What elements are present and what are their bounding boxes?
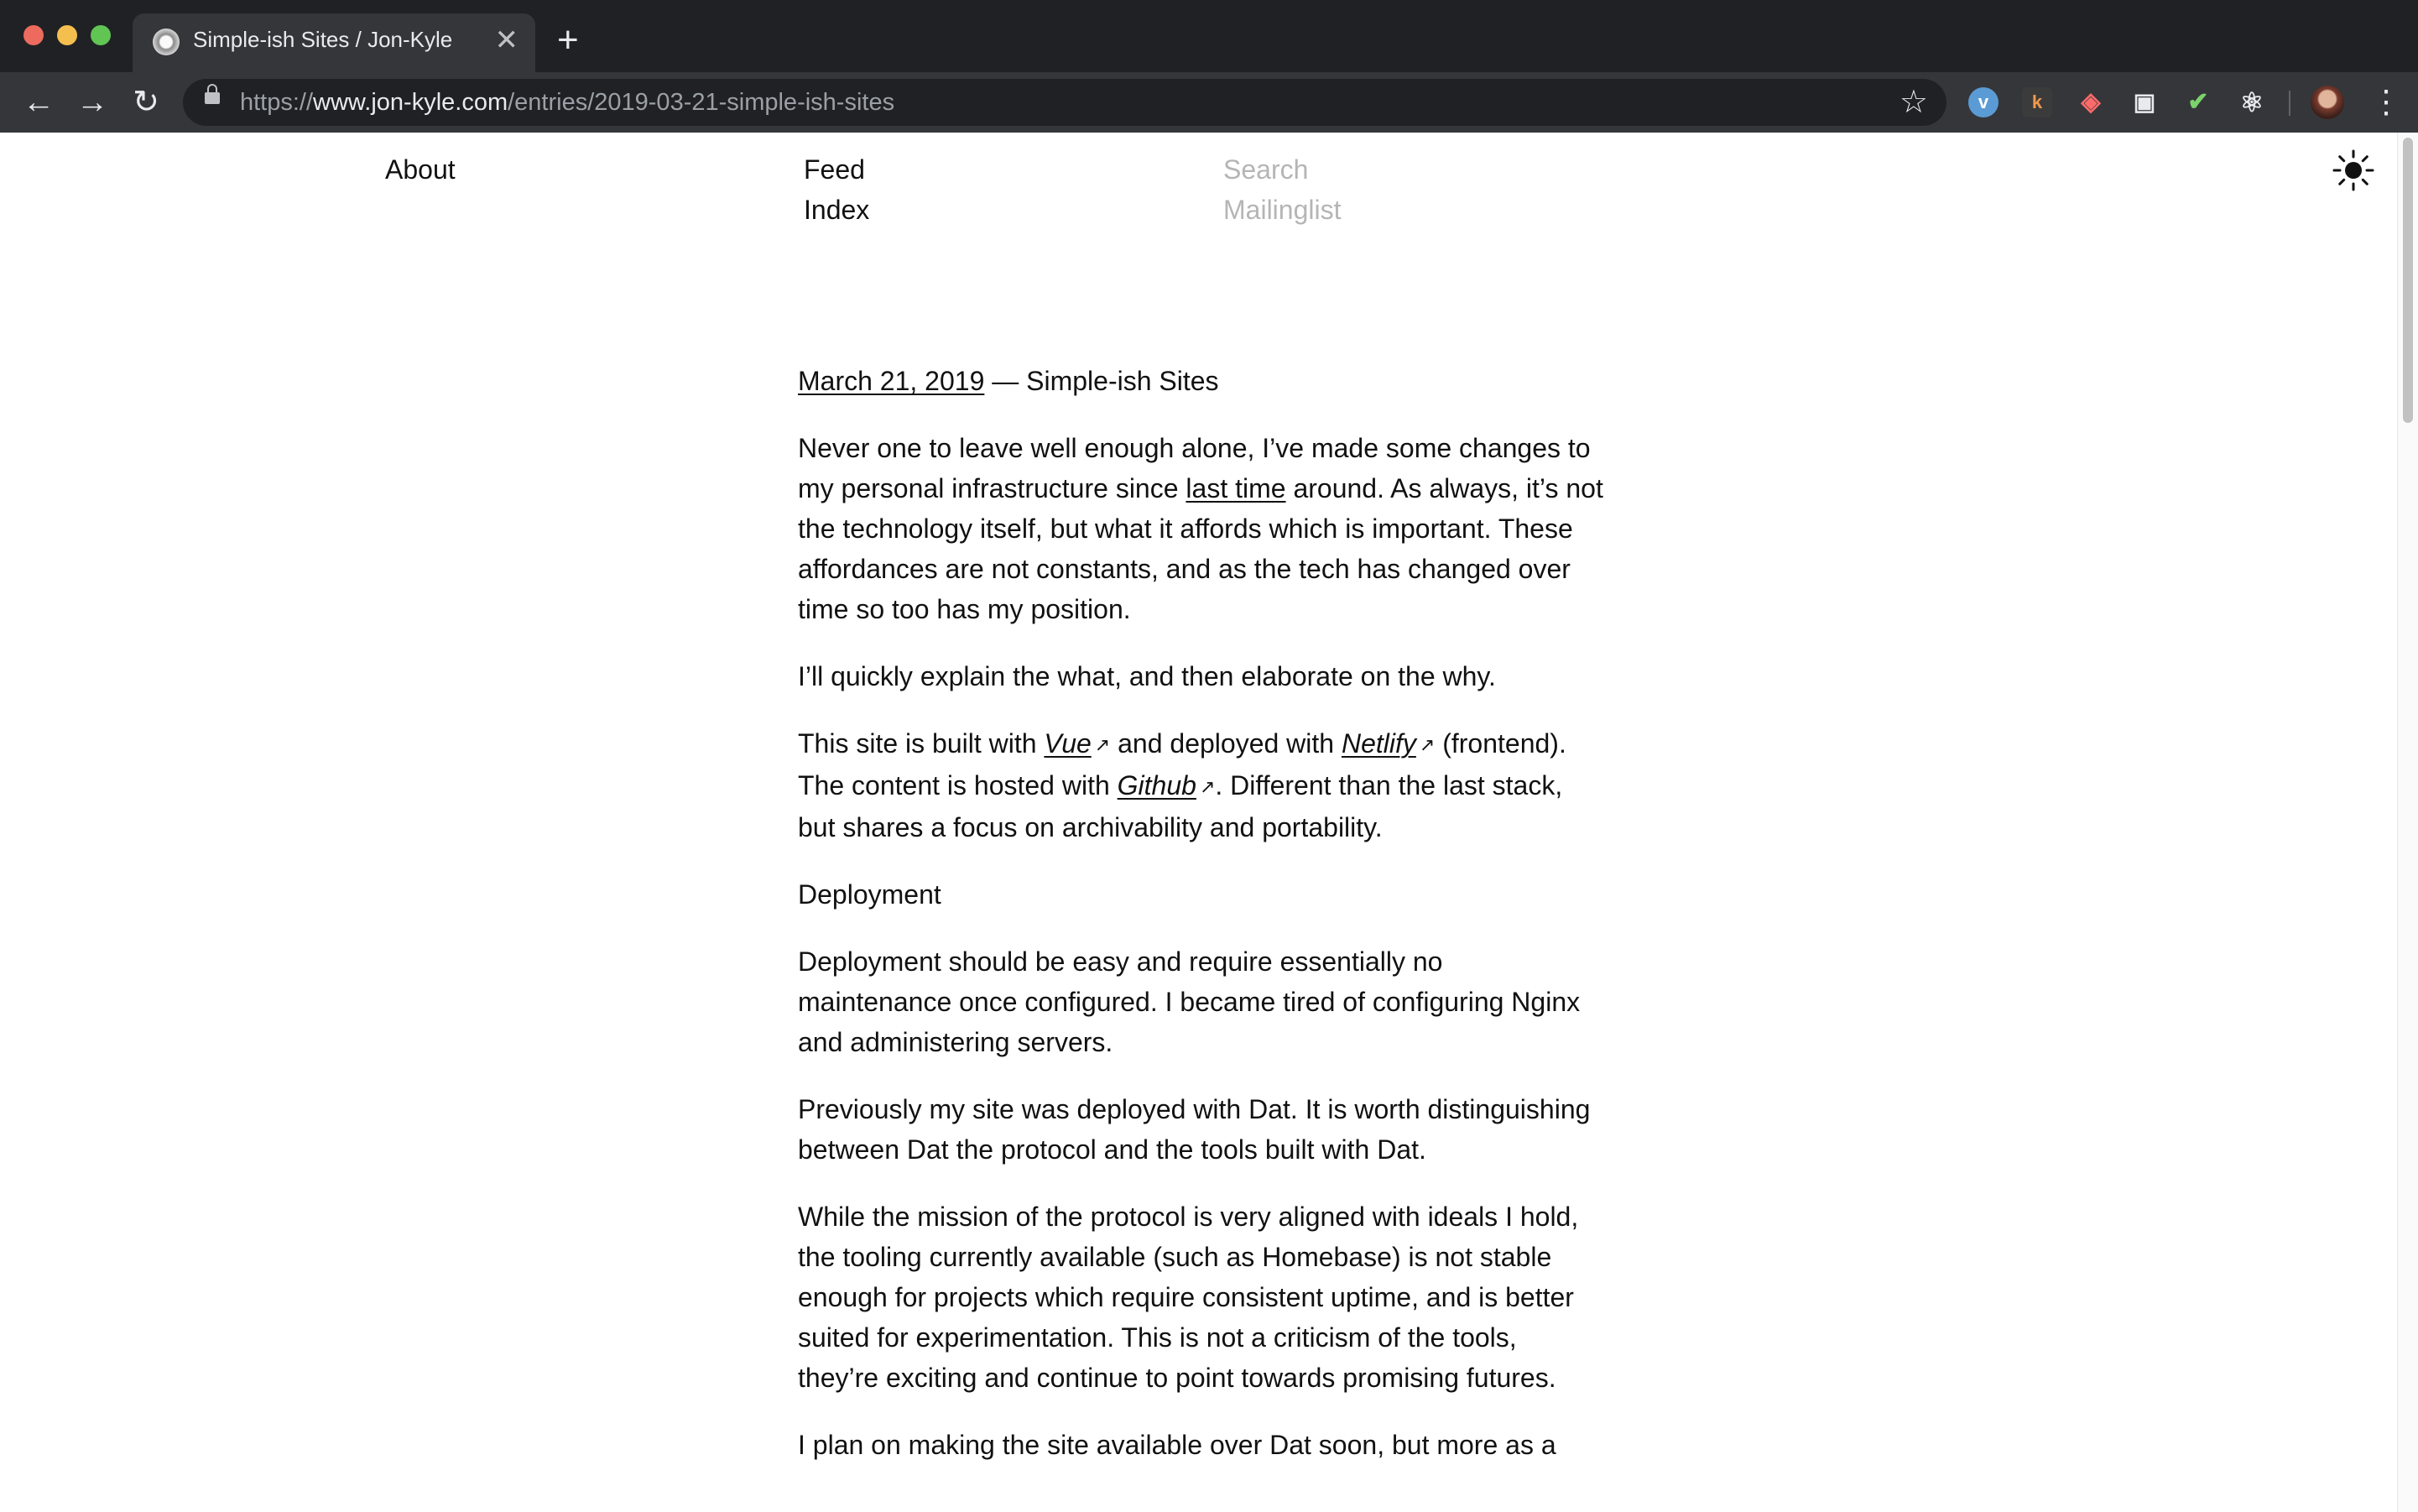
- new-tab-button[interactable]: +: [557, 18, 579, 62]
- github-link[interactable]: Github: [1118, 770, 1196, 800]
- extension-react-icon[interactable]: ⚛: [2237, 87, 2267, 117]
- url-host: www.jon-kyle.com: [313, 89, 508, 116]
- window-zoom-button[interactable]: [91, 25, 111, 45]
- tab-strip: Simple-ish Sites / Jon-Kyle ✕ +: [0, 0, 2418, 72]
- page-scrollbar[interactable]: [2397, 133, 2418, 1512]
- page-content: About Feed Index Search Mailinglist Marc…: [0, 133, 2398, 1512]
- entry-title: Simple-ish Sites: [1026, 366, 1219, 396]
- window-close-button[interactable]: [23, 25, 44, 45]
- toolbar-divider: [2289, 91, 2290, 116]
- nav-about-link[interactable]: About: [385, 154, 456, 185]
- extension-k-icon[interactable]: k: [2022, 87, 2052, 117]
- reload-button[interactable]: ↻: [122, 72, 169, 133]
- lock-icon[interactable]: [205, 84, 220, 104]
- favicon-icon: [153, 29, 180, 55]
- netlify-link[interactable]: Netlify: [1342, 728, 1416, 759]
- paragraph-deployment-1: Deployment should be easy and require es…: [798, 946, 1581, 1057]
- nav-search-link[interactable]: Search: [1223, 154, 1308, 185]
- back-button[interactable]: ←: [15, 72, 62, 133]
- scrollbar-thumb[interactable]: [2403, 138, 2413, 423]
- paragraph-stack: This site is built with Vue ↗ and deploye…: [798, 723, 1603, 847]
- url-path: /entries/2019-03-21-simple-ish-sites: [508, 89, 895, 116]
- bookmark-star-icon[interactable]: ☆: [1899, 84, 1928, 121]
- browser-menu-icon[interactable]: ⋮: [2369, 72, 2403, 133]
- extension-pip-icon[interactable]: ▣: [2129, 87, 2160, 117]
- forward-button[interactable]: →: [69, 72, 116, 133]
- vue-link[interactable]: Vue: [1044, 728, 1091, 759]
- entry-separator: —: [984, 366, 1027, 396]
- browser-toolbar: ← → ↻ https://www.jon-kyle.com/entries/2…: [0, 72, 2418, 133]
- nav-feed-link[interactable]: Feed: [804, 154, 865, 185]
- nav-index-link[interactable]: Index: [804, 195, 869, 226]
- paragraph-deployment-3: While the mission of the protocol is ver…: [798, 1202, 1579, 1393]
- url-scheme: https://: [240, 89, 314, 116]
- external-link-icon: ↗: [1199, 776, 1216, 797]
- paragraph-what-why: I’ll quickly explain the what, and then …: [798, 661, 1496, 691]
- extension-v-icon[interactable]: v: [1968, 87, 1998, 117]
- sun-icon[interactable]: [2332, 149, 2374, 191]
- browser-chrome: Simple-ish Sites / Jon-Kyle ✕ + ← → ↻ ht…: [0, 0, 2418, 133]
- url-text[interactable]: https://www.jon-kyle.com/entries/2019-03…: [240, 89, 894, 117]
- tab-close-icon[interactable]: ✕: [495, 23, 519, 57]
- extension-shield-icon[interactable]: ◈: [2076, 87, 2106, 117]
- p3-text-a: This site is built with: [798, 728, 1045, 759]
- window-minimize-button[interactable]: [57, 25, 77, 45]
- browser-tab-active[interactable]: Simple-ish Sites / Jon-Kyle ✕: [133, 13, 535, 72]
- paragraph-deployment-2: Previously my site was deployed with Dat…: [798, 1094, 1591, 1165]
- entry-date-link[interactable]: March 21, 2019: [798, 366, 984, 396]
- last-time-link[interactable]: last time: [1186, 473, 1285, 503]
- section-heading-deployment: Deployment: [798, 879, 941, 910]
- address-bar[interactable]: https://www.jon-kyle.com/entries/2019-03…: [183, 79, 1946, 126]
- tab-title: Simple-ish Sites / Jon-Kyle: [193, 27, 453, 52]
- entry-article: March 21, 2019 — Simple-ish Sites Never …: [798, 361, 1603, 1492]
- external-link-icon: ↗: [1094, 734, 1111, 755]
- entry-header: March 21, 2019 — Simple-ish Sites: [798, 361, 1603, 401]
- profile-avatar[interactable]: [2311, 86, 2344, 119]
- paragraph-intro: Never one to leave well enough alone, I’…: [798, 428, 1603, 629]
- extension-check-icon[interactable]: ✔: [2183, 87, 2213, 117]
- external-link-icon: ↗: [1419, 734, 1436, 755]
- paragraph-deployment-4: I plan on making the site available over…: [798, 1430, 1556, 1460]
- nav-mailinglist-link[interactable]: Mailinglist: [1223, 195, 1341, 226]
- p3-text-b: and deployed with: [1110, 728, 1342, 759]
